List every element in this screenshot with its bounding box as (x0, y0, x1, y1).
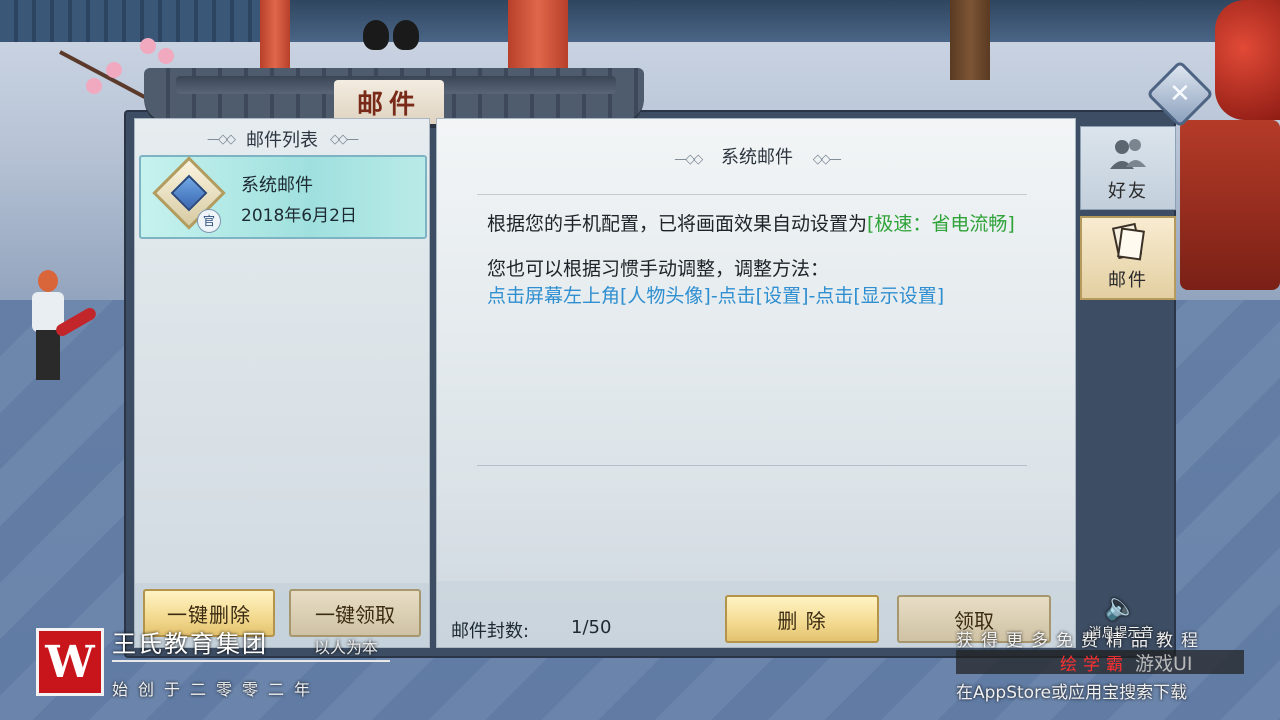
ornament-right-icon: ◇◇— (330, 131, 359, 147)
tab-mail-label: 邮件 (1108, 270, 1148, 291)
blossom (106, 62, 122, 78)
mail-content-title: 系统邮件 (721, 147, 793, 168)
mail-content-panel: —◇◇ 系统邮件 ◇◇— 根据您的手机配置，已将画面效果自动设置为[极速：省电流… (436, 118, 1076, 648)
mail-body-highlight: [极速：省电流畅] (867, 213, 1015, 235)
list-item[interactable]: 官 系统邮件 2018年6月2日 (139, 155, 427, 239)
watermark-promo: 获得更多免费精品教程 (956, 631, 1206, 651)
friends-icon (1110, 139, 1146, 169)
mail-body-text: 根据您的手机配置，已将画面效果自动设置为 (487, 213, 868, 235)
tab-mail[interactable]: 邮件 (1080, 216, 1176, 300)
background-lantern-stand (1180, 120, 1280, 290)
background-pillar (508, 0, 568, 70)
ornament-right-icon: ◇◇— (812, 152, 842, 167)
mail-content-header: —◇◇ 系统邮件 ◇◇— (437, 143, 1077, 169)
mail-body-line2: 您也可以根据习惯手动调整，调整方法： (487, 258, 830, 280)
watermark-download: 在AppStore或应用宝搜索下载 (956, 683, 1188, 703)
watermark-logo: W (36, 628, 104, 696)
watermark-since: 始创于二零零二年 (112, 680, 321, 699)
claim-all-button[interactable]: 一键领取 (289, 589, 421, 637)
background-lantern (1215, 0, 1280, 120)
mail-body-line1: 根据您的手机配置，已将画面效果自动设置为[极速：省电流畅] (487, 211, 1047, 238)
mail-sender: 系统邮件 (241, 175, 313, 196)
mail-list-panel: —◇◇ 邮件列表 ◇◇— 官 系统邮件 2018年6月2日 一键删除 一键领取 (134, 118, 430, 648)
official-badge: 官 (197, 209, 221, 233)
mail-body: 根据您的手机配置，已将画面效果自动设置为[极速：省电流畅] 您也可以根据习惯手动… (487, 211, 1047, 310)
player-character (26, 270, 99, 390)
watermark-slogan: 以人为本 (314, 638, 379, 657)
mail-icon (1111, 222, 1145, 261)
player-head (38, 270, 58, 292)
mail-icon-gem (170, 174, 208, 212)
blossom (86, 78, 102, 94)
ornament-left-icon: —◇◇ (674, 152, 703, 167)
mail-count-label: 邮件封数: (451, 621, 530, 642)
watermark-name: 王氏教育集团 (112, 630, 268, 658)
watermark-divider (112, 660, 390, 662)
mail-body-instructions: 点击屏幕左上角[人物头像]-点击[设置]-点击[显示设置] (487, 285, 945, 307)
watermark-brand-sub: 游戏UI (1135, 652, 1193, 675)
blossom (140, 38, 156, 54)
background-pillar (260, 0, 290, 70)
window-title: 邮件 (356, 89, 421, 120)
close-icon: ✕ (1169, 78, 1191, 109)
divider (477, 194, 1027, 195)
mail-window: 邮件 ✕ —◇◇ 邮件列表 ◇◇— 官 系统邮件 2018年6月2日 一键删除 … (124, 20, 1214, 668)
mail-count-value: 1/50 (571, 617, 612, 638)
watermark-brand: 绘学霸 游戏UI (956, 650, 1244, 675)
divider (477, 465, 1027, 466)
speaker-icon: 🔈 (1104, 592, 1138, 622)
tab-friends[interactable]: 好友 (1080, 126, 1176, 210)
tab-friends-label: 好友 (1108, 181, 1148, 202)
delete-button[interactable]: 删 除 (725, 595, 879, 643)
player-legs (36, 330, 60, 380)
mail-date: 2018年6月2日 (241, 206, 357, 226)
blossom (158, 48, 174, 64)
watermark-brand-name: 绘学霸 (1060, 654, 1129, 675)
background-roof (0, 0, 270, 42)
background-tree (950, 0, 990, 80)
mail-list-title: 邮件列表 (246, 130, 318, 151)
watermark-logo-letter: W (45, 636, 95, 688)
mail-list-header: —◇◇ 邮件列表 ◇◇— (135, 119, 429, 159)
cat-ornament-icon (359, 14, 423, 54)
ornament-left-icon: —◇◇ (207, 131, 236, 147)
